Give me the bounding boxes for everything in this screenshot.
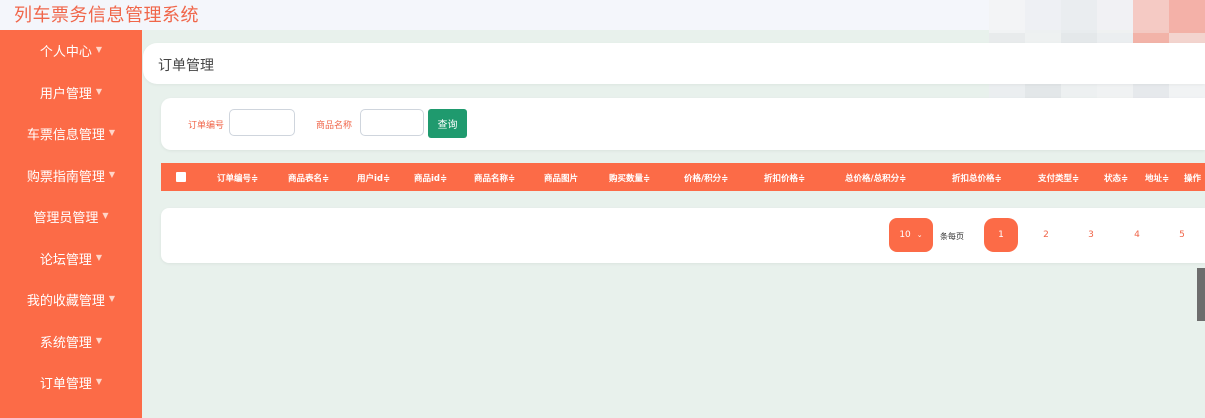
page-button-5[interactable]: 5 [1165,218,1199,252]
chevron-down-icon: ▼ [102,211,109,221]
sidebar-item-ticket-guide-management[interactable]: 购票指南管理 ▼ [0,155,142,197]
chevron-down-icon: ▼ [108,169,116,179]
page-size-select[interactable]: 10 ⌄ [889,218,933,252]
page-button-1[interactable]: 1 [984,218,1018,252]
order-no-label: 订单编号 [188,121,225,131]
chevron-down-icon: ▼ [95,252,103,262]
column-header-quantity[interactable]: 购买数量≑ [609,172,650,184]
sidebar-item-label: 购票指南管理 [26,169,105,185]
sidebar-item-label: 个人中心 [39,45,92,61]
sidebar-item-label: 我的收藏管理 [26,294,105,310]
column-header-product-id[interactable]: 商品id≑ [414,172,447,184]
sidebar-item-system-management[interactable]: 系统管理 ▼ [0,321,142,363]
page-button-3[interactable]: 3 [1074,218,1108,252]
top-header: 列车票务信息管理系统 [0,0,1205,132]
column-header-product-name[interactable]: 商品名称≑ [474,172,515,184]
chevron-down-icon: ▼ [95,335,103,345]
chevron-down-icon: ⌄ [916,231,923,239]
page-size-value: 10 [899,230,911,240]
page-button-4[interactable]: 4 [1120,218,1154,252]
column-header-table-name[interactable]: 商品表名≑ [288,172,329,184]
sidebar-item-label: 管理员管理 [33,211,99,227]
chevron-down-icon: ▼ [95,86,103,96]
app-title: 列车票务信息管理系统 [14,5,199,26]
sidebar-item-user-management[interactable]: 用户管理 ▼ [0,72,142,114]
column-header-address[interactable]: 地址≑ [1145,172,1169,184]
sidebar-item-label: 系统管理 [39,335,92,351]
search-panel: 订单编号 商品名称 查询 [161,98,1205,150]
product-name-label: 商品名称 [316,121,353,131]
breadcrumb: 订单管理 [143,43,1205,84]
column-header-product-image: 商品图片 [544,174,579,184]
scrollbar-thumb[interactable] [1197,268,1205,321]
sidebar-item-forum-management[interactable]: 论坛管理 ▼ [0,238,142,280]
column-header-discount-total[interactable]: 折扣总价格≑ [952,172,1002,184]
sidebar-item-label: 论坛管理 [39,252,92,268]
column-header-order-no[interactable]: 订单编号≑ [217,172,258,184]
column-header-discount-price[interactable]: 折扣价格≑ [764,172,805,184]
product-name-input[interactable] [360,109,424,136]
sidebar-item-admin-management[interactable]: 管理员管理 ▼ [0,196,142,238]
column-header-status[interactable]: 状态≑ [1104,172,1128,184]
column-header-total-price[interactable]: 总价格/总积分≑ [845,172,906,184]
chevron-down-icon: ▼ [95,45,103,55]
sidebar-item-label: 订单管理 [39,377,92,393]
sidebar-item-ticket-info-management[interactable]: 车票信息管理 ▼ [0,113,142,155]
column-header-user-id[interactable]: 用户id≑ [357,172,390,184]
sidebar-item-favorites-management[interactable]: 我的收藏管理 ▼ [0,279,142,321]
column-header-pay-type[interactable]: 支付类型≑ [1038,172,1079,184]
query-button[interactable]: 查询 [428,109,467,138]
chevron-down-icon: ▼ [108,294,116,304]
sidebar-item-personal-center[interactable]: 个人中心 ▼ [0,30,142,72]
sidebar: 个人中心 ▼ 用户管理 ▼ 车票信息管理 ▼ 购票指南管理 ▼ 管理员管理 ▼ 论坛管理 ▼… [0,30,142,418]
order-no-input[interactable] [229,109,295,136]
page-button-2[interactable]: 2 [1029,218,1063,252]
sidebar-item-label: 车票信息管理 [26,128,105,144]
page-size-suffix: 条每页 [940,232,964,241]
table-header: 订单编号≑ 商品表名≑ 用户id≑ 商品id≑ 商品名称≑ 商品图片 购买数量≑… [161,163,1205,191]
column-header-price[interactable]: 价格/积分≑ [684,172,728,184]
sidebar-item-order-management[interactable]: 订单管理 ▼ [0,362,142,404]
pagination: 10 ⌄ 条每页 1 2 3 4 5 [161,208,1205,263]
sidebar-item-label: 用户管理 [39,86,92,102]
chevron-down-icon: ▼ [108,128,116,138]
page-title: 订单管理 [158,58,214,74]
column-header-actions: 操作 [1184,174,1202,184]
select-all-checkbox[interactable] [176,172,186,182]
chevron-down-icon: ▼ [95,377,103,387]
